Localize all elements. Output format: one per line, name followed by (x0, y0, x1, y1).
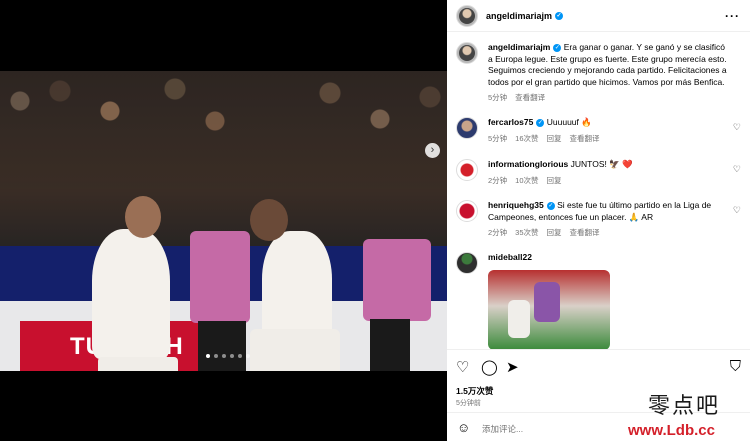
comments-list: angeldimariajm ✓ Era ganar o ganar. Y se … (447, 33, 750, 349)
carousel-dot[interactable] (206, 354, 210, 358)
post-username[interactable]: angeldimariajm ✓ (486, 11, 564, 21)
comment-item: mideball22 (456, 252, 741, 349)
comment-time: 2分钟 (488, 228, 508, 237)
comment-time: 2分钟 (488, 175, 508, 185)
carousel-dots (206, 354, 250, 358)
post-header: angeldimariajm ✓ ··· (447, 0, 750, 32)
player-shirt (92, 229, 170, 359)
heart-icon[interactable]: ♡ (733, 164, 741, 175)
watermark-url: www.Ldb.cc (628, 422, 715, 439)
comment-username[interactable]: henriquehg35 (488, 200, 544, 210)
caption-username[interactable]: angeldimariajm (488, 42, 550, 52)
comment-likes[interactable]: 35次赞 (515, 228, 538, 237)
carousel-dot[interactable] (214, 354, 218, 358)
verified-icon: ✓ (536, 118, 545, 127)
bookmark-icon[interactable]: ⛉ (730, 358, 741, 375)
caption-time: 5分钟 (488, 93, 508, 102)
share-icon[interactable]: ➤ (506, 358, 519, 376)
post-media-panel: TURKISH › (0, 0, 447, 441)
staff-bib (190, 231, 250, 323)
post-photo: TURKISH (0, 71, 447, 371)
see-translation-link[interactable]: 查看翻译 (570, 134, 600, 143)
comment-item: henriquehg35 ✓ Si este fue tu último part… (456, 200, 741, 244)
avatar[interactable] (456, 4, 478, 27)
player-head (250, 199, 288, 241)
comment-time: 5分钟 (488, 133, 508, 143)
comment-likes[interactable]: 16次赞 (515, 134, 538, 143)
reply-link[interactable]: 回复 (547, 176, 562, 185)
likes-count[interactable]: 1.5万次赞 (456, 385, 493, 397)
verified-icon: ✓ (555, 12, 564, 21)
carousel-dot[interactable] (238, 354, 242, 358)
comment-text: JUNTOS! 🦅 ❤️ (570, 159, 633, 169)
caption: angeldimariajm ✓ Era ganar o ganar. Y se … (456, 42, 741, 112)
comment-username[interactable]: informationglorious (488, 159, 568, 169)
verified-icon: ✓ (553, 43, 562, 52)
see-translation-link[interactable]: 查看翻译 (570, 228, 600, 237)
comment-image[interactable] (488, 270, 610, 349)
watermark: 零点吧 www.Ldb.cc (628, 388, 750, 441)
heart-icon[interactable]: ♡ (456, 358, 469, 376)
next-image-button[interactable]: › (425, 143, 440, 158)
comment-username[interactable]: fercarlos75 (488, 117, 533, 127)
avatar[interactable] (456, 42, 478, 64)
post-time: 5分钟前 (456, 400, 481, 407)
add-comment-input[interactable]: 添加评论... (482, 423, 523, 435)
comment-username[interactable]: mideball22 (488, 252, 532, 262)
player-head (125, 196, 161, 238)
reply-link[interactable]: 回复 (547, 134, 562, 143)
carousel-dot[interactable] (230, 354, 234, 358)
staff-legs (370, 319, 410, 371)
heart-icon[interactable]: ♡ (733, 205, 741, 216)
comment-likes[interactable]: 10次赞 (515, 176, 538, 185)
player-shorts (250, 329, 340, 371)
avatar[interactable] (456, 200, 478, 222)
comment-item: fercarlos75 ✓ Uuuuuuf 🔥 5分钟 16次赞 回复 查看翻译 ♡ (456, 117, 741, 149)
watermark-text: 零点吧 (648, 394, 721, 419)
carousel-dot[interactable] (222, 354, 226, 358)
comment-icon[interactable]: ◯ (481, 358, 498, 376)
comment-text: Uuuuuuf 🔥 (546, 117, 592, 127)
heart-icon[interactable]: ♡ (733, 122, 741, 133)
staff-bib (363, 239, 431, 321)
verified-icon: ✓ (546, 201, 555, 210)
see-translation-link[interactable]: 查看翻译 (515, 93, 545, 102)
reply-link[interactable]: 回复 (547, 228, 562, 237)
post-sidebar: angeldimariajm ✓ ··· angeldimariajm ✓ Era … (447, 0, 750, 441)
player-shorts (98, 357, 178, 371)
avatar[interactable] (456, 117, 478, 139)
emoji-icon[interactable]: ☺ (457, 420, 470, 435)
ellipsis-icon[interactable]: ··· (725, 9, 740, 23)
carousel-dot[interactable] (246, 354, 250, 358)
avatar[interactable] (456, 159, 478, 181)
staff-legs (198, 321, 246, 371)
comment-item: informationglorious JUNTOS! 🦅 ❤️ 2分钟 10次赞… (456, 159, 741, 191)
avatar[interactable] (456, 252, 478, 274)
